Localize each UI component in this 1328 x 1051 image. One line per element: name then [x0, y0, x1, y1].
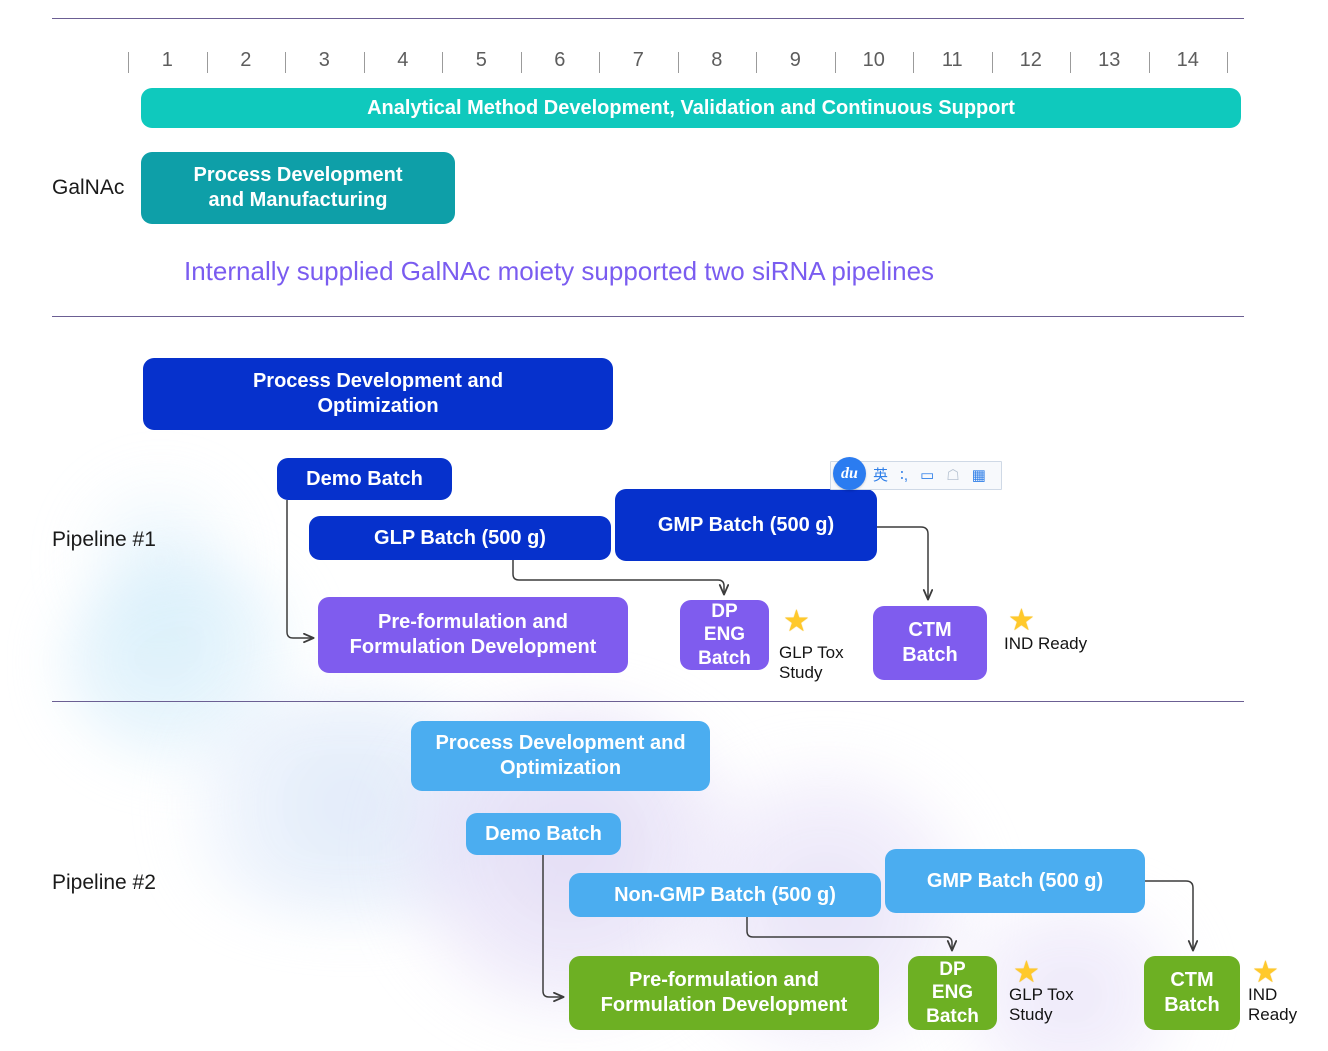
- p1-preformulation-box[interactable]: Pre-formulation and Formulation Developm…: [318, 597, 628, 673]
- timeline-tick: [442, 52, 443, 73]
- timeline-label-4: 4: [397, 49, 409, 71]
- timeline-label-9: 9: [789, 49, 801, 71]
- ime-user-icon[interactable]: ☖: [946, 467, 959, 485]
- p2-ind-ready-note: IND Ready: [1248, 985, 1298, 1025]
- p2-demo-batch-box[interactable]: Demo Batch: [466, 813, 621, 855]
- timeline-tick: [677, 52, 679, 73]
- background-blob: [60, 560, 320, 770]
- separator-top: [52, 18, 1244, 19]
- background-blob: [60, 470, 260, 650]
- p1-process-development-box[interactable]: Process Development and Optimization: [143, 358, 613, 430]
- p2-ind-ready-star-icon: ★: [1252, 956, 1279, 989]
- separator-galnac-pipeline1: [52, 316, 1244, 317]
- timeline-label-13: 13: [1098, 49, 1121, 71]
- p1-gmp-batch-box[interactable]: GMP Batch (500 g): [615, 489, 877, 561]
- timeline-tick: [1148, 52, 1150, 73]
- timeline-tick: [1227, 52, 1228, 73]
- p2-glp-tox-star-icon: ★: [1013, 956, 1040, 989]
- p2-dp-eng-batch-box[interactable]: DP ENG Batch: [908, 956, 997, 1030]
- p1-demo-batch-box[interactable]: Demo Batch: [277, 458, 452, 500]
- timeline-tick: [363, 52, 365, 73]
- ime-keyboard-icon[interactable]: ▭: [920, 467, 934, 485]
- p1-ctm-batch-box[interactable]: CTM Batch: [873, 606, 987, 680]
- p2-glp-tox-note: GLP Tox Study: [1009, 985, 1074, 1025]
- timeline-label-1: 1: [161, 49, 173, 71]
- ime-baidu-logo-icon[interactable]: du: [833, 457, 866, 490]
- separator-pipeline1-pipeline2: [52, 701, 1244, 702]
- p1-dp-eng-batch-box[interactable]: DP ENG Batch: [680, 600, 769, 670]
- timeline-tick: [756, 52, 757, 73]
- p2-ctm-batch-box[interactable]: CTM Batch: [1144, 956, 1240, 1030]
- p2-non-gmp-batch-box[interactable]: Non-GMP Batch (500 g): [569, 873, 881, 917]
- timeline-tick: [206, 52, 208, 73]
- p2-preformulation-box[interactable]: Pre-formulation and Formulation Developm…: [569, 956, 879, 1030]
- timeline-tick: [520, 52, 522, 73]
- p2-process-development-box[interactable]: Process Development and Optimization: [411, 721, 710, 791]
- p1-glp-batch-box[interactable]: GLP Batch (500 g): [309, 516, 611, 560]
- timeline-tick: [285, 52, 286, 73]
- timeline-label-2: 2: [240, 49, 252, 71]
- row-label-pipeline1: Pipeline #1: [52, 528, 156, 551]
- p1-ind-ready-note: IND Ready: [1004, 634, 1088, 653]
- timeline-tick: [1070, 52, 1071, 73]
- timeline-tick: [991, 52, 993, 73]
- timeline-label-11: 11: [941, 49, 963, 71]
- timeline-tick: [599, 52, 600, 73]
- ime-apps-grid-icon[interactable]: ▦: [972, 467, 986, 485]
- p1-glp-tox-star-icon: ★: [783, 605, 810, 638]
- galnac-process-development-box[interactable]: Process Development and Manufacturing: [141, 152, 455, 224]
- timeline-tick: [913, 52, 914, 73]
- timeline-label-5: 5: [475, 49, 487, 71]
- timeline-tick: [128, 52, 129, 73]
- p1-glp-tox-note: GLP Tox Study: [779, 643, 844, 683]
- row-label-galnac: GalNAc: [52, 176, 125, 199]
- headline-text: Internally supplied GalNAc moiety suppor…: [184, 256, 935, 286]
- p1-ind-ready-star-icon: ★: [1008, 604, 1035, 637]
- timeline-tick: [834, 52, 836, 73]
- timeline-label-3: 3: [318, 49, 330, 71]
- timeline-label-6: 6: [554, 49, 566, 71]
- timeline-label-10: 10: [862, 49, 885, 71]
- slide-canvas: 1 2 3 4 5 6 7 8 9 10 11 12 13 14 GalNAc Pipeline #1 P…: [0, 0, 1328, 1051]
- ime-language-mode-icon[interactable]: 英: [873, 467, 888, 485]
- row-label-pipeline2: Pipeline #2: [52, 871, 156, 894]
- timeline-label-12: 12: [1019, 49, 1042, 71]
- timeline-label-7: 7: [632, 49, 644, 71]
- timeline-label-14: 14: [1176, 49, 1199, 71]
- p2-gmp-batch-box[interactable]: GMP Batch (500 g): [885, 849, 1145, 913]
- analytical-method-bar[interactable]: Analytical Method Development, Validatio…: [141, 88, 1241, 128]
- ime-punctuation-icon[interactable]: ∶,: [900, 467, 908, 485]
- timeline-label-8: 8: [711, 49, 723, 71]
